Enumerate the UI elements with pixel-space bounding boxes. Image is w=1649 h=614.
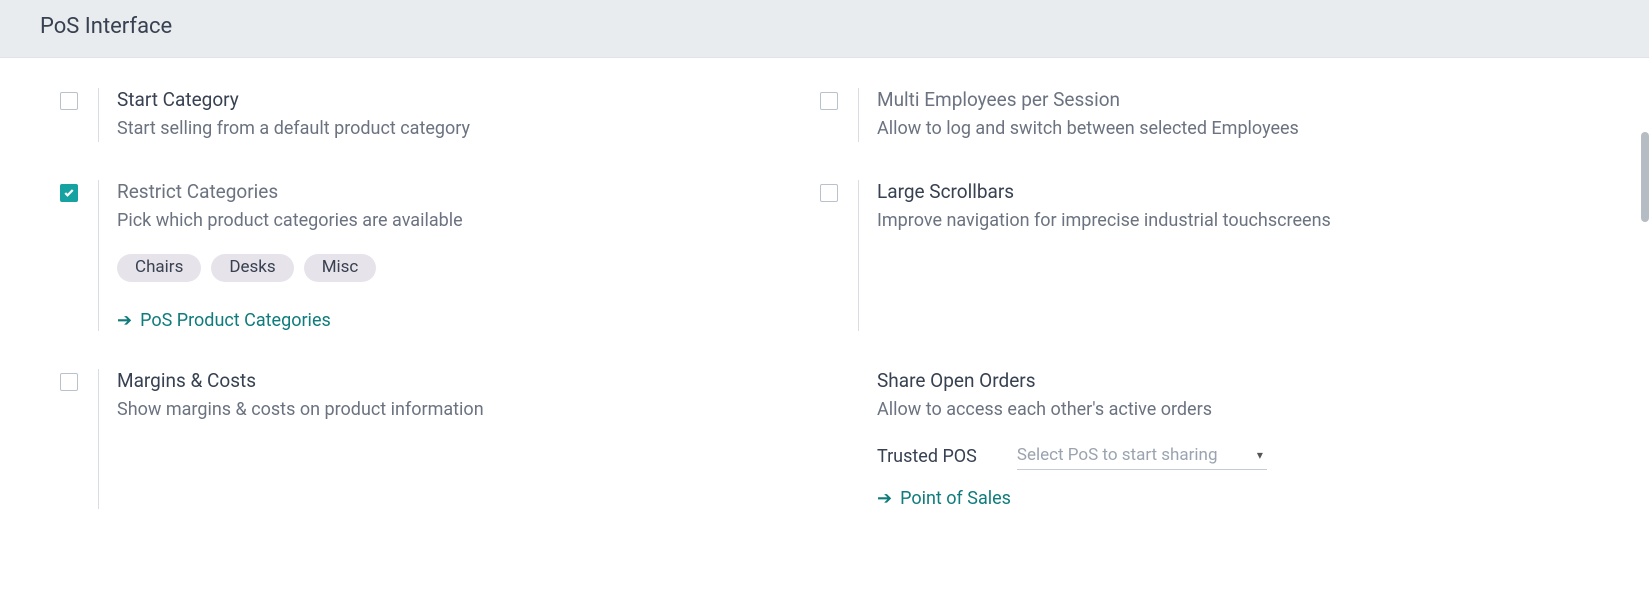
divider <box>98 369 99 509</box>
field-label-trusted-pos: Trusted POS <box>877 446 977 467</box>
setting-multi-employees: Multi Employees per Session Allow to log… <box>820 88 1520 142</box>
setting-desc: Pick which product categories are availa… <box>117 207 760 234</box>
setting-desc: Improve navigation for imprecise industr… <box>877 207 1520 234</box>
divider <box>858 88 859 142</box>
setting-title: Margins & Costs <box>117 369 760 392</box>
checkbox-large-scrollbars[interactable] <box>820 184 838 202</box>
select-placeholder: Select PoS to start sharing <box>1017 445 1218 465</box>
setting-title: Restrict Categories <box>117 180 760 203</box>
caret-down-icon: ▾ <box>1257 448 1263 462</box>
link-point-of-sales[interactable]: Point of Sales <box>900 488 1011 509</box>
checkbox-restrict-categories[interactable] <box>60 184 78 202</box>
category-tag[interactable]: Chairs <box>117 254 201 282</box>
setting-large-scrollbars: Large Scrollbars Improve navigation for … <box>820 180 1520 331</box>
arrow-right-icon: ➔ <box>877 490 892 508</box>
checkbox-multi-employees[interactable] <box>820 92 838 110</box>
setting-share-open-orders: Share Open Orders Allow to access each o… <box>820 369 1520 509</box>
divider <box>98 180 99 331</box>
section-header: PoS Interface <box>0 0 1649 58</box>
scrollbar[interactable] <box>1641 132 1649 222</box>
setting-desc: Show margins & costs on product informat… <box>117 396 760 423</box>
section-title: PoS Interface <box>40 14 172 39</box>
select-trusted-pos[interactable]: Select PoS to start sharing ▾ <box>1017 443 1267 470</box>
checkbox-start-category[interactable] <box>60 92 78 110</box>
settings-body: Start Category Start selling from a defa… <box>0 58 1560 587</box>
arrow-right-icon: ➔ <box>117 312 132 330</box>
divider <box>858 180 859 331</box>
category-tag[interactable]: Misc <box>304 254 377 282</box>
divider <box>98 88 99 142</box>
setting-title: Multi Employees per Session <box>877 88 1520 111</box>
setting-desc: Allow to log and switch between selected… <box>877 115 1520 142</box>
setting-restrict-categories: Restrict Categories Pick which product c… <box>60 180 760 331</box>
checkbox-margins-costs[interactable] <box>60 373 78 391</box>
setting-title: Large Scrollbars <box>877 180 1520 203</box>
setting-start-category: Start Category Start selling from a defa… <box>60 88 760 142</box>
setting-title: Share Open Orders <box>877 369 1520 392</box>
setting-title: Start Category <box>117 88 760 111</box>
link-pos-product-categories[interactable]: PoS Product Categories <box>140 310 331 331</box>
category-tag[interactable]: Desks <box>211 254 293 282</box>
setting-desc: Allow to access each other's active orde… <box>877 396 1520 423</box>
category-tag-list: Chairs Desks Misc <box>117 254 760 282</box>
setting-margins-costs: Margins & Costs Show margins & costs on … <box>60 369 760 509</box>
setting-desc: Start selling from a default product cat… <box>117 115 760 142</box>
